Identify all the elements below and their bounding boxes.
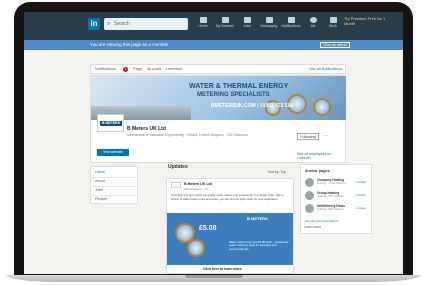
similar-page-meta: Industry · 1,234 followers <box>317 182 346 185</box>
divider <box>91 177 139 178</box>
member-view-banner: You are viewing this page as a member Vi… <box>24 40 403 50</box>
company-avatar <box>305 204 314 213</box>
cover-image: WATER & THERMAL ENERGY METERING SPECIALI… <box>91 76 346 120</box>
post-author[interactable]: B Meters UK Ltd <box>184 182 212 186</box>
similar-page-item[interactable]: NetMetering Heats Industry · 890 followe… <box>305 204 371 216</box>
tab-page[interactable]: Page <box>133 67 142 71</box>
nav-jobs[interactable]: Jobs <box>236 17 258 28</box>
message-icon <box>265 17 273 23</box>
network-icon <box>221 17 229 23</box>
bell-icon <box>287 17 295 23</box>
leftnav-people[interactable]: People <box>95 197 107 201</box>
nav-home[interactable]: Home <box>192 17 214 28</box>
screen: in ⌕ Search Home My Network Jobs Messagi… <box>24 12 403 274</box>
cover-headline: WATER & THERMAL ENERGY <box>189 83 289 90</box>
nav-messaging[interactable]: Messaging <box>258 17 280 28</box>
similar-page-item[interactable]: Group Heating Industry · 567 followers +… <box>305 191 371 203</box>
leftnav-about[interactable]: About <box>95 179 105 183</box>
company-avatar <box>305 191 314 200</box>
search-input[interactable]: ⌕ Search <box>104 18 188 30</box>
search-placeholder: Search <box>114 21 130 27</box>
post-meta: 200 followers · 2d <box>184 187 208 191</box>
leftnav-jobs[interactable]: Jobs <box>95 188 103 192</box>
ad-price: £5.08 <box>199 225 217 232</box>
nav-label: Work <box>328 24 338 28</box>
ad-brand: B METERS <box>247 216 268 221</box>
nav-label: Home <box>198 24 208 28</box>
company-subtitle: Mechanical or Industrial Engineering · T… <box>127 133 248 137</box>
see-all-employees-link[interactable]: See all employees on LinkedIn <box>297 152 345 160</box>
updates-feed: Updates Sort by: Top B Meters UK Ltd 200… <box>164 164 296 274</box>
follow-button[interactable]: + Follow <box>355 206 366 210</box>
meter-graphic <box>187 239 205 257</box>
feed-post: B Meters UK Ltd 200 followers · 2d Compl… <box>166 178 294 274</box>
similar-page-meta: Industry · 567 followers <box>317 195 344 198</box>
nav-me[interactable]: Me <box>302 17 324 28</box>
post-cta[interactable]: Click here to learn more <box>167 265 293 273</box>
cta-text: Click here to learn more <box>203 267 242 271</box>
learn-more-link[interactable]: Learn more <box>304 225 321 229</box>
top-navbar: in ⌕ Search Home My Network Jobs Messagi… <box>24 12 403 40</box>
linkedin-logo-icon[interactable]: in <box>88 18 100 30</box>
post-author-logo[interactable] <box>171 182 181 188</box>
follow-button[interactable]: + Follow <box>355 180 366 184</box>
similar-page-item[interactable]: Company Heating Industry · 1,234 followe… <box>305 178 371 190</box>
following-button[interactable]: Following <box>297 133 319 140</box>
laptop-frame: in ⌕ Search Home My Network Jobs Messagi… <box>0 0 427 285</box>
tab-notifications[interactable]: Notifications <box>95 67 116 71</box>
nav-my-network[interactable]: My Network <box>214 17 236 28</box>
tab-all-posts[interactable]: All posts <box>147 67 161 71</box>
similar-pages-title: Similar pages <box>305 169 330 173</box>
briefcase-icon <box>243 17 251 23</box>
follow-button[interactable]: + Follow <box>355 193 366 197</box>
nav-label: Messaging <box>260 24 278 28</box>
meter-graphic <box>313 98 331 116</box>
ad-caption: Water meters from just £5.08 each - mech… <box>229 240 289 251</box>
page-tabs: Notifications 1 Page All posts 1 member … <box>90 64 346 74</box>
similar-page-meta: Industry · 890 followers <box>317 208 344 211</box>
company-logo[interactable]: B METERS <box>97 114 124 132</box>
company-top-card: WATER & THERMAL ENERGY METERING SPECIALI… <box>90 75 346 163</box>
grid-icon <box>329 17 337 23</box>
notification-count-badge: 1 <box>123 67 128 72</box>
logo-text: B METERS <box>100 121 122 126</box>
premium-link[interactable]: Try Premium Free for 1 Month <box>344 16 390 26</box>
banner-text: You are viewing this page as a member <box>90 42 169 47</box>
company-name: B Meters UK Ltd <box>127 126 166 132</box>
divider <box>91 195 139 196</box>
sort-dropdown[interactable]: Sort by: Top <box>268 170 286 174</box>
avatar <box>309 17 317 23</box>
similar-pages-panel: Similar pages Company Heating Industry ·… <box>300 164 372 234</box>
search-icon: ⌕ <box>107 21 111 27</box>
laptop-notch <box>185 275 243 278</box>
company-avatar <box>305 178 314 187</box>
nav-work[interactable]: Work <box>322 17 344 28</box>
view-as-admin-button[interactable]: View as admin <box>320 42 350 48</box>
nav-label: My Network <box>215 24 235 28</box>
cover-url: BMETERSUK.COM | 01952 722 506 <box>211 103 294 109</box>
post-text: Complete mix and match our quality water… <box>171 193 284 201</box>
see-all-recommendations-link[interactable]: See all recommendations <box>305 219 339 223</box>
leftnav-home[interactable]: Home <box>95 170 105 174</box>
visit-website-button[interactable]: Visit website <box>97 149 129 156</box>
left-page-nav: Home About Jobs People <box>90 166 139 204</box>
cover-subheadline: METERING SPECIALISTS <box>197 92 270 98</box>
updates-title: Updates <box>168 164 188 170</box>
nav-notifications[interactable]: Notifications <box>280 17 302 28</box>
tab-members[interactable]: 1 member <box>165 67 182 71</box>
nav-label: Notifications <box>281 24 301 28</box>
divider <box>91 186 139 187</box>
see-all-notifications-link[interactable]: See all Notifications <box>309 67 342 71</box>
nav-label: Jobs <box>243 24 251 28</box>
home-icon <box>199 17 207 23</box>
more-options-button[interactable]: ··· <box>323 133 328 139</box>
nav-label: Me <box>310 24 316 28</box>
post-image[interactable]: B METERS £5.08 Water meters from just £5… <box>167 213 293 265</box>
